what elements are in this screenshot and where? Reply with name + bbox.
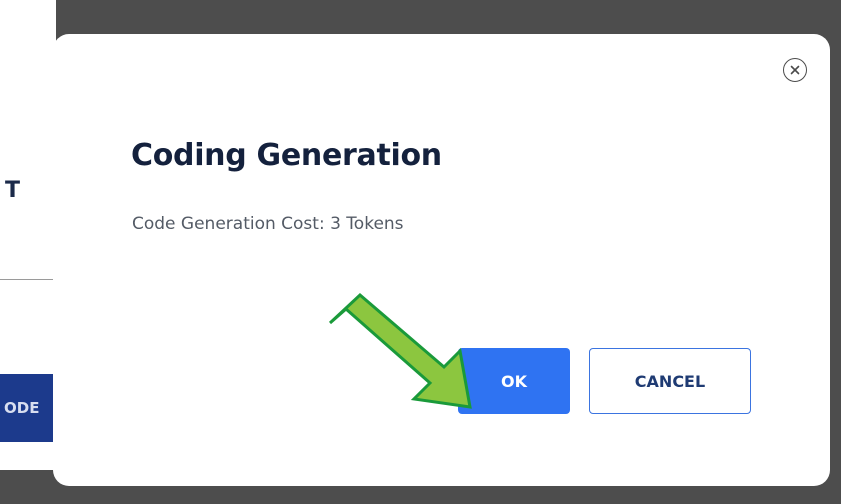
background-overlay-strip [0, 470, 56, 504]
ok-button[interactable]: OK [458, 348, 570, 414]
background-divider [0, 279, 56, 280]
close-icon[interactable] [783, 58, 807, 82]
dialog-message: Code Generation Cost: 3 Tokens [132, 214, 404, 234]
background-code-button: ODE [0, 374, 56, 442]
dialog-title: Coding Generation [131, 138, 442, 173]
coding-generation-dialog: Coding Generation Code Generation Cost: … [53, 34, 830, 486]
cancel-button[interactable]: CANCEL [589, 348, 751, 414]
background-heading-fragment: T [5, 178, 21, 203]
